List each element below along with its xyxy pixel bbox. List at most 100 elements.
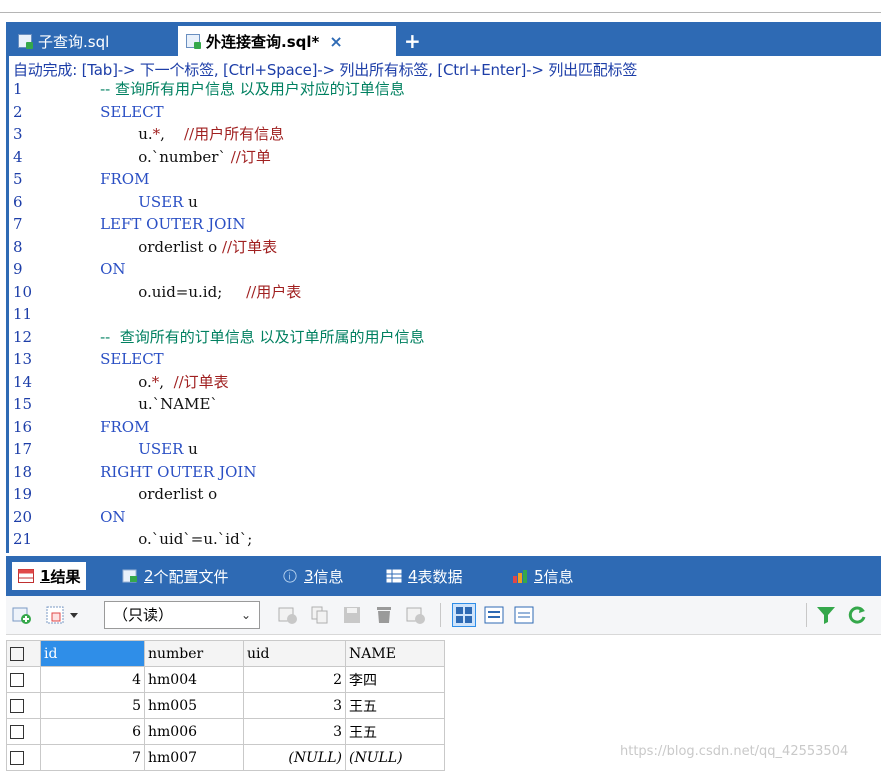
save-icon[interactable]: [342, 605, 362, 625]
grid-options-icon[interactable]: [46, 605, 86, 625]
code-line[interactable]: 11: [9, 303, 879, 326]
code-token: o.uid=u.id;: [81, 282, 247, 301]
table-row[interactable]: 7 hm007 (NULL) (NULL): [6, 744, 445, 771]
grid-view-icon[interactable]: [452, 603, 476, 627]
cell-name[interactable]: 王五: [345, 718, 445, 745]
cell-name[interactable]: 王五: [345, 692, 445, 719]
code-line[interactable]: 3 u.*, //用户所有信息: [9, 123, 879, 146]
tab-subquery-sql[interactable]: 子查询.sql: [10, 26, 170, 56]
code-line[interactable]: 18 RIGHT OUTER JOIN: [9, 461, 879, 484]
sql-editor[interactable]: 自动完成: [Tab]-> 下一个标签, [Ctrl+Space]-> 列出所有…: [6, 56, 881, 553]
code-line[interactable]: 7 LEFT OUTER JOIN: [9, 213, 879, 236]
line-number: 8: [13, 237, 23, 256]
tab-info-2[interactable]: 5 信息: [512, 564, 574, 588]
code-line[interactable]: 21 o.`uid`=u.`id`;: [9, 528, 879, 551]
cell-id[interactable]: 7: [40, 744, 145, 771]
line-number: 16: [13, 417, 33, 436]
refresh-icon[interactable]: [848, 605, 868, 625]
code-text: -- 查询所有的订单信息 以及订单所属的用户信息: [81, 326, 424, 349]
select-all-checkbox[interactable]: [10, 646, 24, 661]
line-number: 4: [13, 147, 23, 166]
line-number: 17: [13, 440, 33, 458]
row-checkbox-cell[interactable]: [6, 744, 41, 771]
cell-id[interactable]: 5: [40, 692, 145, 719]
row-checkbox-cell[interactable]: [6, 692, 41, 719]
text-view-icon[interactable]: [514, 605, 534, 625]
tab-label: 结果: [50, 567, 81, 586]
cell-id[interactable]: 4: [40, 666, 145, 693]
tab-num: 5: [534, 567, 544, 585]
cell-uid[interactable]: 3: [243, 718, 346, 745]
code-line[interactable]: 12 -- 查询所有的订单信息 以及订单所属的用户信息: [9, 326, 879, 349]
insert-row-icon[interactable]: [278, 605, 298, 625]
line-number: 11: [13, 305, 33, 323]
cell-number[interactable]: hm005: [144, 692, 244, 719]
table-row[interactable]: 6 hm006 3 王五: [6, 718, 445, 745]
tab-table-data[interactable]: 4 表数据: [386, 564, 463, 588]
tab-results[interactable]: 1 结果: [12, 562, 87, 590]
column-header-number[interactable]: number: [144, 640, 244, 667]
row-checkbox[interactable]: [10, 672, 24, 687]
readonly-select[interactable]: （只读） ⌄: [104, 601, 260, 629]
column-header-name[interactable]: NAME: [345, 640, 445, 667]
cell-uid[interactable]: 2: [243, 666, 346, 693]
code-line[interactable]: 14 o.*, //订单表: [9, 371, 879, 394]
add-row-icon[interactable]: [12, 605, 32, 625]
tab-outer-join-sql[interactable]: 外连接查询.sql* ×: [178, 26, 396, 56]
code-line[interactable]: 4 o.`number` //订单: [9, 146, 879, 169]
cell-uid[interactable]: 3: [243, 692, 346, 719]
code-line[interactable]: 5 FROM: [9, 168, 879, 191]
discard-icon[interactable]: [406, 605, 426, 625]
cell-number[interactable]: hm007: [144, 744, 244, 771]
code-line[interactable]: 1 -- 查询所有用户信息 以及用户对应的订单信息: [9, 78, 879, 101]
tab-info[interactable]: i 3 信息: [282, 564, 344, 588]
cell-uid[interactable]: (NULL): [243, 744, 346, 771]
code-line[interactable]: 9 ON: [9, 258, 879, 281]
code-line[interactable]: 15 u.`NAME`: [9, 393, 879, 416]
code-line[interactable]: 10 o.uid=u.id; //用户表: [9, 281, 879, 304]
cell-number[interactable]: hm006: [144, 718, 244, 745]
code-text: RIGHT OUTER JOIN: [81, 461, 256, 484]
code-token: USER: [81, 192, 184, 211]
code-line[interactable]: 19 orderlist o: [9, 483, 879, 506]
row-checkbox[interactable]: [10, 724, 24, 739]
code-line[interactable]: 13 SELECT: [9, 348, 879, 371]
autocomplete-hint: 自动完成: [Tab]-> 下一个标签, [Ctrl+Space]-> 列出所有…: [13, 61, 638, 79]
code-line[interactable]: 8 orderlist o //订单表: [9, 236, 879, 259]
code-text: u.`NAME`: [81, 393, 218, 416]
cell-name[interactable]: 李四: [345, 666, 445, 693]
column-header-id[interactable]: id: [40, 640, 145, 667]
code-line[interactable]: 2 SELECT: [9, 101, 879, 124]
results-grid[interactable]: id number uid NAME 4 hm004 2 李四 5 hm005 …: [6, 640, 445, 771]
code-token: USER: [81, 440, 184, 458]
row-checkbox-cell[interactable]: [6, 718, 41, 745]
cell-name[interactable]: (NULL): [345, 744, 445, 771]
row-checkbox[interactable]: [10, 750, 24, 765]
table-row[interactable]: 4 hm004 2 李四: [6, 666, 445, 693]
row-checkbox[interactable]: [10, 698, 24, 713]
code-area[interactable]: 1 -- 查询所有用户信息 以及用户对应的订单信息 2 SELECT 3 u.*, …: [9, 78, 879, 551]
editor-tab-bar: 子查询.sql 外连接查询.sql* × +: [6, 22, 881, 56]
select-all-checkbox-cell[interactable]: [6, 640, 41, 667]
code-text: FROM: [81, 416, 149, 439]
code-line[interactable]: 16 FROM: [9, 416, 879, 439]
code-line[interactable]: 17 USER u: [9, 438, 879, 461]
tab-profiles[interactable]: 2 个配置文件: [122, 564, 229, 588]
column-header-uid[interactable]: uid: [243, 640, 346, 667]
filter-icon[interactable]: [816, 605, 836, 625]
delete-icon[interactable]: [374, 605, 394, 625]
code-line[interactable]: 20 ON: [9, 506, 879, 529]
code-token: u: [183, 440, 198, 458]
code-line[interactable]: 6 USER u: [9, 191, 879, 214]
table-row[interactable]: 5 hm005 3 王五: [6, 692, 445, 719]
code-token: o.: [81, 372, 152, 391]
new-tab-button[interactable]: +: [404, 26, 421, 56]
cell-number[interactable]: hm004: [144, 666, 244, 693]
form-view-icon[interactable]: [484, 605, 504, 625]
copy-row-icon[interactable]: [310, 605, 330, 625]
row-checkbox-cell[interactable]: [6, 666, 41, 693]
cell-id[interactable]: 6: [40, 718, 145, 745]
code-token: u.`NAME`: [81, 395, 218, 413]
close-tab-icon[interactable]: ×: [329, 32, 342, 51]
tab-num: 3: [304, 567, 314, 585]
